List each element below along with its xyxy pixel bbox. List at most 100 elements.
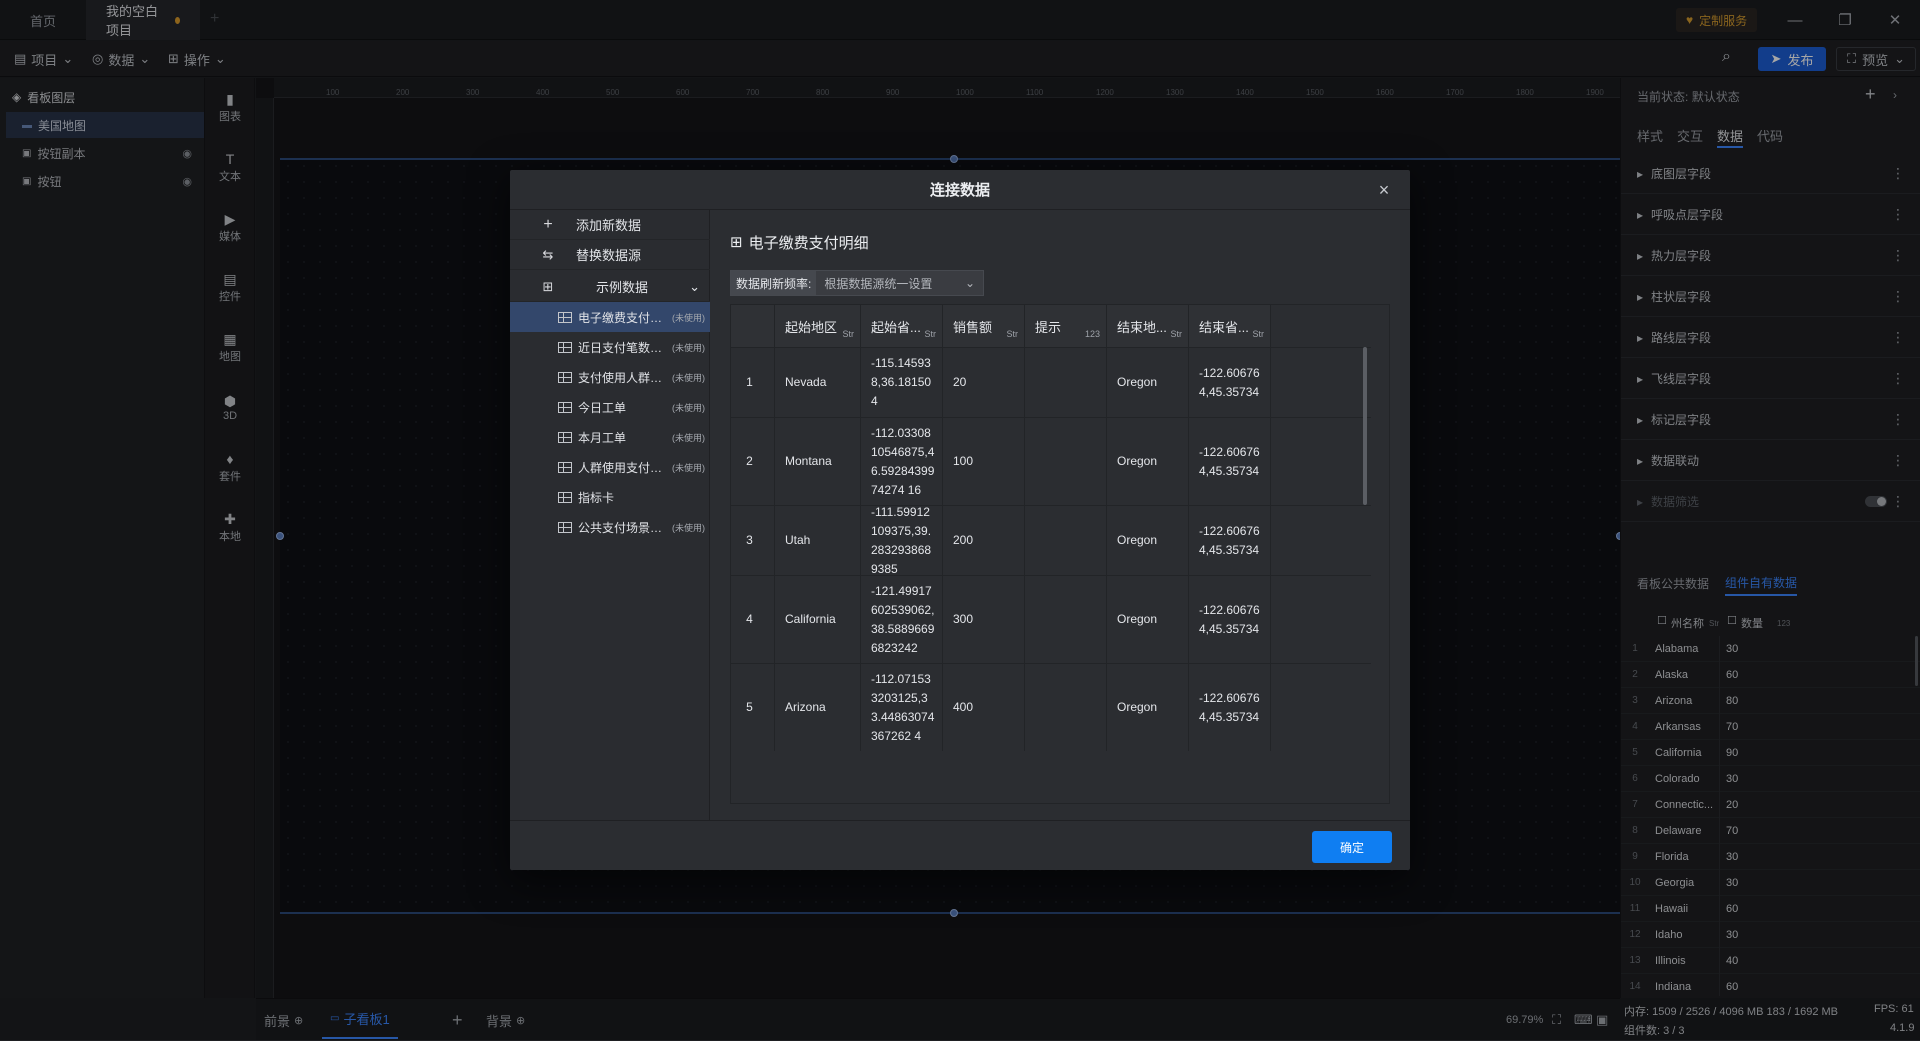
table-icon: ⊞ [542, 278, 554, 294]
dataset-item[interactable]: 支付使用人群分布 (未使用) [510, 362, 710, 392]
dataset-item[interactable]: 公共支付场景分布 (未使用) [510, 512, 710, 542]
table-icon [558, 311, 572, 323]
table-cell[interactable]: 300 [943, 576, 1025, 663]
table-cell[interactable]: -112.071533203125,33.44863074367262 4 [861, 664, 943, 751]
replace-label: 替换数据源 [576, 248, 642, 263]
table-cell[interactable]: Arizona [775, 664, 861, 751]
column-header[interactable]: 起始省... Str [861, 305, 943, 347]
column-label: 销售额 [953, 319, 993, 335]
dataset-item[interactable]: 指标卡 [510, 482, 710, 512]
table-row[interactable]: 1 Nevada -115.145938,36.181504 20 Oregon -122… [731, 347, 1371, 417]
table-cell[interactable]: Utah [775, 506, 861, 575]
table-cell[interactable]: California [775, 576, 861, 663]
table-cell[interactable]: 3 [731, 506, 775, 575]
column-header[interactable]: 销售额 Str [943, 305, 1025, 347]
plus-icon: + [543, 215, 553, 233]
table-cell[interactable]: Oregon [1107, 506, 1189, 575]
usage-badge: (未使用) [672, 372, 705, 383]
data-table[interactable]: 起始地区 Str 起始省... Str 销售额 Str 提示 123 结束地... Str 结束省.… [730, 304, 1390, 804]
table-cell[interactable]: Oregon [1107, 576, 1189, 663]
connect-data-dialog: 连接数据 × + 添加新数据 ⇆ 替换数据源 ⊞ 示例数据 ⌄ 电子缴费支付明细 (未使用… [510, 170, 1410, 870]
chevron-down-icon: ⌄ [689, 278, 700, 294]
column-type: Str [842, 329, 854, 339]
table-cell[interactable]: 20 [943, 348, 1025, 417]
column-label: 提示 [1035, 319, 1062, 335]
table-cell[interactable]: -112.0330810546875,46.5928439974274 16 [861, 418, 943, 505]
refresh-value-box[interactable]: 根据数据源统一设置 ⌄ [816, 275, 983, 292]
dialog-footer: 确定 [510, 820, 1410, 870]
column-type: Str [1170, 329, 1182, 339]
table-cell[interactable]: -122.606764,45.35734 [1189, 664, 1271, 751]
table-cell[interactable]: Oregon [1107, 348, 1189, 417]
table-cell[interactable]: -122.606764,45.35734 [1189, 418, 1271, 505]
table-cell[interactable]: -121.49917602539062,38.58896696823242 [861, 576, 943, 663]
table-cell[interactable]: -122.606764,45.35734 [1189, 576, 1271, 663]
dataset-name: 电子缴费支付明细 [578, 310, 668, 325]
table-icon [558, 521, 572, 533]
dataset-item[interactable]: 人群使用支付方式 (未使用) [510, 452, 710, 482]
table-icon: ⊞ [730, 234, 743, 251]
dataset-item[interactable]: 电子缴费支付明细 (未使用) [510, 302, 710, 332]
table-cell[interactable] [1025, 418, 1107, 505]
table-cell[interactable]: Oregon [1107, 664, 1189, 751]
table-cell[interactable]: 1 [731, 348, 775, 417]
column-label: 结束省... [1199, 319, 1249, 335]
table-cell[interactable]: Montana [775, 418, 861, 505]
table-cell[interactable]: 200 [943, 506, 1025, 575]
table-cell[interactable]: -122.606764,45.35734 [1189, 348, 1271, 417]
column-label: 起始地区 [785, 319, 838, 335]
table-cell[interactable] [1025, 576, 1107, 663]
column-type: Str [924, 329, 936, 339]
table-cell[interactable]: 4 [731, 576, 775, 663]
sample-data-group[interactable]: ⊞ 示例数据 ⌄ [510, 272, 710, 302]
table-title-row: ⊞ 电子缴费支付明细 [730, 230, 869, 254]
column-header[interactable] [731, 305, 775, 347]
table-cell[interactable]: 5 [731, 664, 775, 751]
swap-icon: ⇆ [542, 246, 554, 262]
table-cell[interactable] [1025, 664, 1107, 751]
table-cell[interactable]: 2 [731, 418, 775, 505]
column-header[interactable]: 起始地区 Str [775, 305, 861, 347]
table-cell[interactable]: -122.606764,45.35734 [1189, 506, 1271, 575]
chevron-down-icon: ⌄ [964, 276, 975, 290]
table-cell[interactable]: Oregon [1107, 418, 1189, 505]
table-row[interactable]: 5 Arizona -112.071533203125,33.44863074367… [731, 663, 1371, 751]
dataset-name: 支付使用人群分布 [578, 370, 668, 385]
dataset-name: 公共支付场景分布 [578, 520, 668, 535]
usage-badge: (未使用) [672, 402, 705, 413]
dataset-sidebar: + 添加新数据 ⇆ 替换数据源 ⊞ 示例数据 ⌄ 电子缴费支付明细 (未使用) 近日支付笔数… [510, 210, 710, 820]
table-cell[interactable]: -115.145938,36.181504 [861, 348, 943, 417]
replace-source-button[interactable]: ⇆ 替换数据源 [510, 240, 710, 270]
confirm-label: 确定 [1339, 840, 1364, 855]
table-cell[interactable] [1025, 506, 1107, 575]
refresh-frequency-select[interactable]: 数据刷新频率: 根据数据源统一设置 ⌄ [730, 270, 984, 296]
usage-badge: (未使用) [672, 342, 705, 353]
dataset-item[interactable]: 今日工单 (未使用) [510, 392, 710, 422]
table-row[interactable]: 4 California -121.49917602539062,38.588966… [731, 575, 1371, 663]
column-header[interactable]: 结束地... Str [1107, 305, 1189, 347]
table-scrollbar[interactable] [1363, 347, 1367, 505]
dataset-name: 指标卡 [578, 490, 615, 505]
column-type: Str [1006, 329, 1018, 339]
confirm-button[interactable]: 确定 [1312, 831, 1392, 863]
dataset-name: 人群使用支付方式 [578, 460, 668, 475]
table-icon [558, 341, 572, 353]
table-cell[interactable]: 100 [943, 418, 1025, 505]
dataset-item[interactable]: 近日支付笔数统计 (未使用) [510, 332, 710, 362]
table-cell[interactable]: 400 [943, 664, 1025, 751]
table-cell[interactable] [1025, 348, 1107, 417]
add-new-data-button[interactable]: + 添加新数据 [510, 210, 710, 240]
column-header[interactable]: 提示 123 [1025, 305, 1107, 347]
table-icon [558, 461, 572, 473]
column-type: Str [1252, 329, 1264, 339]
column-header[interactable]: 结束省... Str [1189, 305, 1271, 347]
dataset-item[interactable]: 本月工单 (未使用) [510, 422, 710, 452]
table-cell[interactable]: Nevada [775, 348, 861, 417]
table-cell[interactable]: -111.59912109375,39.2832938689385 [861, 505, 943, 576]
add-new-label: 添加新数据 [576, 218, 642, 233]
table-row[interactable]: 2 Montana -112.0330810546875,46.5928439974… [731, 417, 1371, 505]
close-dialog-icon[interactable]: × [1374, 180, 1394, 200]
table-row[interactable]: 3 Utah -111.59912109375,39.2832938689385 20… [731, 505, 1371, 576]
dataset-name: 今日工单 [578, 400, 627, 415]
column-label: 起始省... [871, 319, 921, 335]
